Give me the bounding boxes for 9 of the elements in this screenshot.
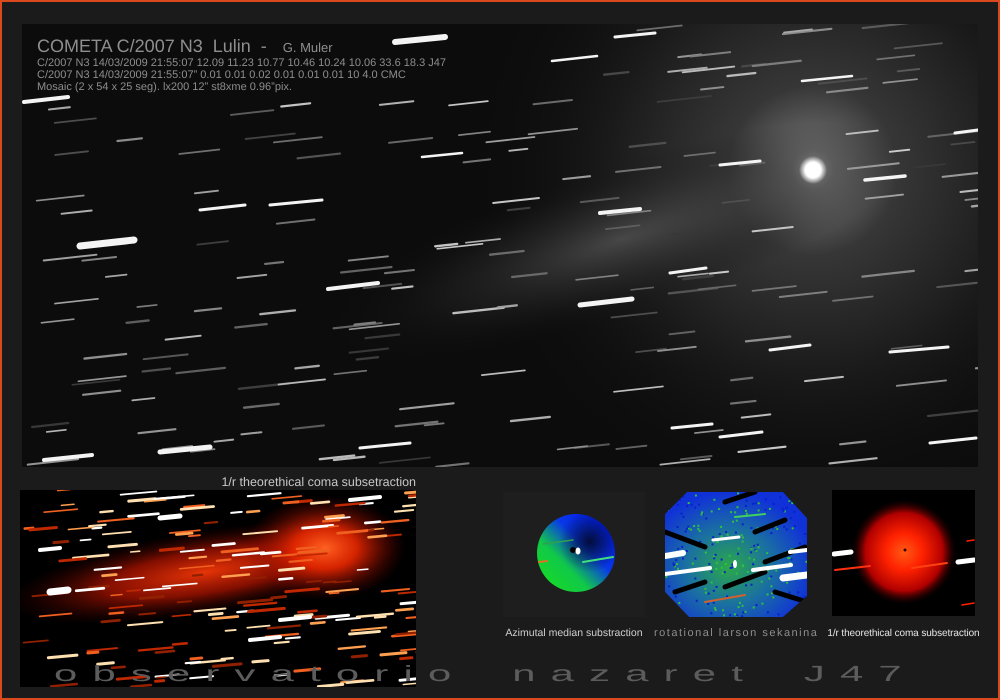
- image-caption: 1/r theorethical coma subsetraction: [221, 476, 416, 489]
- data-line: Mosaic (2 x 54 x 25 seg). lx200 12” st8xme 0.96”pix.: [37, 81, 293, 93]
- data-line: C/2007 N3 14/03/2009 21:55:07” 0.01 0.01 0.02 0.01 0.01 0.01 10 4.0 CMC: [37, 69, 407, 81]
- image-caption: Azimutal median substraction: [505, 627, 643, 640]
- data-line: C/2007 N3 14/03/2009 21:55:07 12.09 11.23 10.77 10.46 10.24 10.06 33.6 18.3 J47: [37, 57, 446, 69]
- photo-title: COMETA C/2007 N3 Lulin -: [37, 36, 267, 56]
- author-name: G. Muler: [282, 40, 333, 55]
- image-caption: rotational larson sekanina: [654, 627, 818, 640]
- image-caption: 1/r theorethical coma subsetraction: [827, 627, 980, 640]
